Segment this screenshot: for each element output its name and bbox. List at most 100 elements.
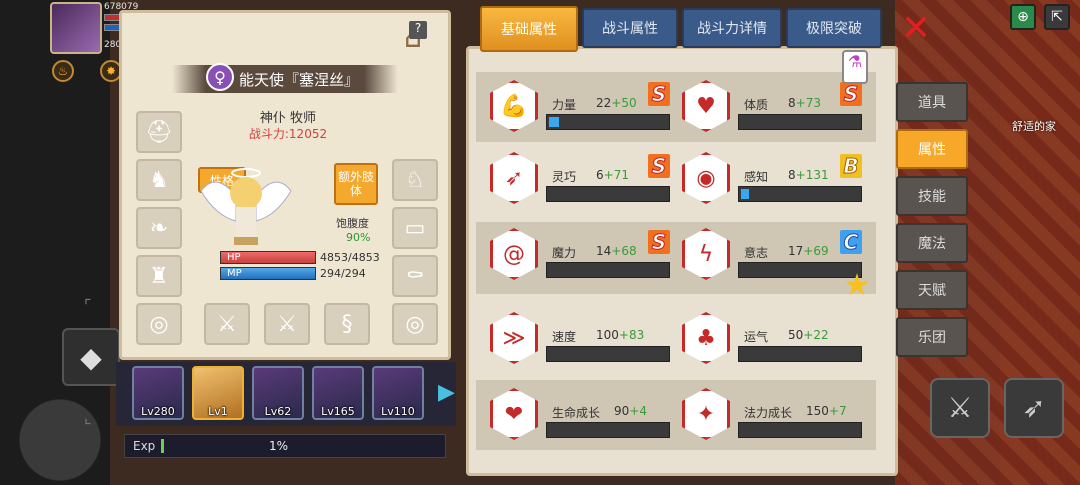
tab-2[interactable]: 战斗属性 <box>582 8 678 48</box>
hp-label: HP <box>227 252 241 263</box>
exp-label: Exp <box>133 439 156 453</box>
exit-icon[interactable]: ⇱ <box>1044 4 1070 30</box>
boots-slot[interactable]: ⚰ <box>392 255 438 297</box>
stat-name: 感知 <box>744 170 769 184</box>
stat-grade-badge: S <box>648 230 670 255</box>
weapon-slot-2[interactable]: ⚔ <box>264 303 310 345</box>
accessory-slot[interactable]: § <box>324 303 370 345</box>
side-nav-item-4[interactable]: 魔法 <box>896 223 968 263</box>
helmet-slot[interactable]: ⛑ <box>136 111 182 153</box>
helmet-icon: ⛑ <box>145 119 173 145</box>
star-icon[interactable]: ★ <box>840 270 874 304</box>
stat-bonus-value: +131 <box>795 168 829 182</box>
stat-value: 14+68 <box>596 244 637 258</box>
party-next-arrow-icon[interactable]: ▶ <box>438 380 455 408</box>
tab-1[interactable]: 基础属性 <box>480 6 578 52</box>
party-member-level: Lv110 <box>381 405 415 418</box>
stat-name: 意志 <box>744 246 769 260</box>
stat-grade-badge: C <box>840 230 862 255</box>
stat-base-value: 8 <box>788 168 796 182</box>
character-sprite <box>200 168 292 245</box>
stat-value: 17+69 <box>788 244 829 258</box>
network-icon[interactable]: ⊕ <box>1010 4 1036 30</box>
horse-icon: ♘ <box>405 167 425 193</box>
side-nav-item-6[interactable]: 乐团 <box>896 317 968 357</box>
side-nav-item-2[interactable]: 属性 <box>896 129 968 169</box>
stat-grade-badge: B <box>840 154 862 179</box>
stat-value: 90+4 <box>614 404 647 418</box>
ring-icon: ◎ <box>405 311 425 337</box>
extra-limb-button[interactable]: 额外肢体 <box>334 163 378 205</box>
stat-name: 体质 <box>744 98 769 112</box>
house-label: 舒适的家 <box>1012 120 1056 133</box>
stat-progress-fill <box>741 189 749 199</box>
party-member-level: Lv62 <box>264 405 292 418</box>
party-member-slot[interactable]: Lv1 <box>192 366 244 420</box>
bow-skill-button[interactable]: ➶ <box>1004 378 1064 438</box>
side-nav-item-5[interactable]: 天赋 <box>896 270 968 310</box>
stat-name: 法力成长 <box>744 406 793 420</box>
armor-slot[interactable]: ♜ <box>136 255 182 297</box>
stat-grade-badge: S <box>840 82 862 107</box>
stat-name: 魔力 <box>552 246 577 260</box>
stat-progress-fill <box>549 117 559 127</box>
satiety-value: 90% <box>346 231 371 244</box>
character-name: 能天使『塞涅丝』 <box>238 70 359 89</box>
sword-icon: ⚔ <box>277 311 297 337</box>
stat-value: 150+7 <box>806 404 847 418</box>
stat-base-value: 100 <box>596 328 619 342</box>
stat-base-value: 150 <box>806 404 829 418</box>
mount-slot[interactable]: ♘ <box>392 159 438 201</box>
stat-base-value: 14 <box>596 244 612 258</box>
flame-icon[interactable]: ♨ <box>52 60 74 82</box>
stat-progress-bar <box>546 114 670 130</box>
close-icon[interactable]: ✕ <box>898 11 934 48</box>
hp-value: 4853/4853 <box>320 251 380 264</box>
stat-value: 100+83 <box>596 328 644 342</box>
stat-bonus-value: +50 <box>611 96 637 110</box>
stat-name: 运气 <box>744 330 769 344</box>
player-avatar[interactable] <box>50 2 102 54</box>
stat-name: 力量 <box>552 98 577 112</box>
party-member-slot[interactable]: Lv280 <box>132 366 184 420</box>
satiety-label: 饱腹度 <box>336 217 369 230</box>
wing-icon: ❧ <box>149 215 169 241</box>
combat-power-label: 战斗力: <box>248 127 289 141</box>
potion-icon[interactable]: ⚗ <box>842 50 868 84</box>
stat-base-value: 6 <box>596 168 604 182</box>
stat-base-value: 8 <box>788 96 796 110</box>
sword-skill-button[interactable]: ⚔ <box>930 378 990 438</box>
female-gender-icon: ♀ <box>206 63 234 91</box>
wolf-icon: ♞ <box>149 167 169 193</box>
side-nav-item-3[interactable]: 技能 <box>896 176 968 216</box>
ring-slot-right[interactable]: ◎ <box>392 303 438 345</box>
exp-percent: 1% <box>269 439 289 453</box>
corner-bracket-icon: ⌜ <box>84 296 92 315</box>
hud-buff-icons: ♨ ✸ <box>52 60 122 82</box>
tab-4[interactable]: 极限突破 <box>786 8 882 48</box>
tab-3[interactable]: 战斗力详情 <box>682 8 782 48</box>
party-member-slot[interactable]: Lv62 <box>252 366 304 420</box>
stat-name: 速度 <box>552 330 577 344</box>
mp-label: MP <box>227 268 242 279</box>
belt-icon: ▭ <box>404 215 426 241</box>
party-member-slot[interactable]: Lv110 <box>372 366 424 420</box>
ring-slot-left[interactable]: ◎ <box>136 303 182 345</box>
party-member-slot[interactable]: Lv165 <box>312 366 364 420</box>
weapon-slot-1[interactable]: ⚔ <box>204 303 250 345</box>
stat-bonus-value: +7 <box>828 404 847 418</box>
stat-bonus-value: +69 <box>803 244 829 258</box>
help-badge[interactable]: ? <box>409 21 427 39</box>
sword-icon: ⚔ <box>947 391 973 424</box>
belt-slot[interactable]: ▭ <box>392 207 438 249</box>
wing-slot[interactable]: ❧ <box>136 207 182 249</box>
stat-value: 8+73 <box>788 96 821 110</box>
stat-value: 22+50 <box>596 96 637 110</box>
left-dpad-button[interactable]: ◆ <box>62 328 120 386</box>
ring-icon: ◎ <box>149 311 169 337</box>
corner-bracket-icon: ⌞ <box>84 408 92 427</box>
stat-value: 50+22 <box>788 328 829 342</box>
pet-slot[interactable]: ♞ <box>136 159 182 201</box>
side-nav-item-1[interactable]: 道具 <box>896 82 968 122</box>
stat-bonus-value: +68 <box>611 244 637 258</box>
